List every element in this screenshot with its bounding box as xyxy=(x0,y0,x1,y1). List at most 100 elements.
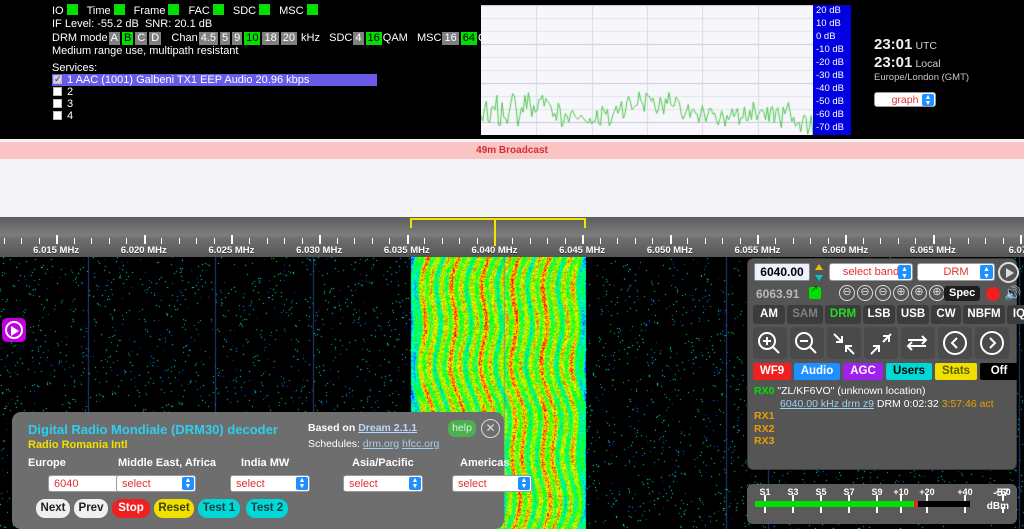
next-icon[interactable] xyxy=(975,327,1009,359)
service-checkbox-4[interactable] xyxy=(53,111,62,120)
mode-select-dropdown[interactable]: DRM ▲ ▼ xyxy=(917,263,995,281)
swap-icon[interactable] xyxy=(901,327,935,359)
freq-tick xyxy=(73,238,75,244)
chan-4.5[interactable]: 4.5 xyxy=(198,31,218,46)
sdc-16[interactable]: 16 xyxy=(365,31,382,46)
dialog-button-test-1[interactable]: Test 1 xyxy=(198,499,240,518)
step-down-3-button[interactable]: ⊖ xyxy=(875,285,891,301)
tool-button-users[interactable]: Users xyxy=(886,363,932,380)
dialog-button-next[interactable]: Next xyxy=(36,499,70,518)
step-up-1-button[interactable]: ⊕ xyxy=(893,285,909,301)
tool-button-audio[interactable]: Audio xyxy=(794,363,840,380)
drm-status-readout: IO Time Frame FAC SDC MSC IF Level: -55.2 dB … xyxy=(52,4,503,59)
dialog-button-stop[interactable]: Stop xyxy=(112,499,150,518)
tool-button-off[interactable]: Off xyxy=(980,363,1018,380)
led-icon xyxy=(212,4,224,15)
msc-16[interactable]: 16 xyxy=(442,31,459,46)
freq-tick xyxy=(652,238,654,244)
external-link-icon[interactable] xyxy=(809,284,821,299)
mode-button-nbfm[interactable]: NBFM xyxy=(963,305,1005,324)
msc-64[interactable]: 64 xyxy=(460,31,477,46)
service-checkbox-1[interactable] xyxy=(53,73,62,85)
chan-18[interactable]: 18 xyxy=(262,31,279,46)
freq-tick xyxy=(669,235,672,244)
spec-button[interactable]: Spec xyxy=(944,286,981,301)
zoom-in-icon[interactable] xyxy=(753,327,787,359)
dialog-button-test-2[interactable]: Test 2 xyxy=(246,499,288,518)
mode-button-cw[interactable]: CW xyxy=(931,305,961,324)
step-up-2-button[interactable]: ⊕ xyxy=(911,285,927,301)
speaker-icon[interactable]: 🔊 xyxy=(1004,285,1021,302)
left-play-button[interactable] xyxy=(2,318,26,342)
step-down-2-button[interactable]: ⊖ xyxy=(857,285,873,301)
service-row-1[interactable]: 1 AAC (1001) Galbeni TX1 EEP Audio 20.96… xyxy=(52,73,377,86)
region-select-1[interactable]: select ▲ ▼ xyxy=(116,475,196,492)
drm-mode-D[interactable]: D xyxy=(149,31,162,46)
db-tick-4: -20 dB xyxy=(816,57,844,68)
tool-button-wf9[interactable]: WF9 xyxy=(753,363,791,380)
drm-mode-C[interactable]: C xyxy=(135,31,148,46)
step-down-1-button[interactable]: ⊖ xyxy=(839,285,855,301)
drm-mode-B[interactable]: B xyxy=(121,31,134,46)
drm-org-link[interactable]: drm.org xyxy=(363,438,399,450)
band-strip-49m[interactable]: 49m Broadcast xyxy=(0,142,1024,159)
mode-button-iq[interactable]: IQ xyxy=(1007,305,1024,324)
s-meter-peak-marker xyxy=(914,501,918,507)
graph-select-dropdown[interactable]: graph ▲ ▼ xyxy=(874,92,936,107)
chan-9[interactable]: 9 xyxy=(232,31,243,46)
s-meter-tick-bottom xyxy=(848,507,850,513)
record-button[interactable] xyxy=(986,287,1000,301)
freq-tick xyxy=(301,238,303,244)
tool-button-stats[interactable]: Stats xyxy=(935,363,977,380)
mode-button-lsb[interactable]: LSB xyxy=(863,305,895,324)
band-select-dropdown[interactable]: select band ▲ ▼ xyxy=(829,263,913,281)
step-up-3-button[interactable]: ⊕ xyxy=(929,285,945,301)
passband-marker[interactable] xyxy=(410,218,586,228)
zoom-out-icon[interactable] xyxy=(790,327,824,359)
zoom-to-fit-icon[interactable] xyxy=(827,327,861,359)
rx0-freq-link[interactable]: 6040.00 kHz drm z9 xyxy=(780,398,874,410)
mode-button-drm[interactable]: DRM xyxy=(825,305,861,324)
receiver-rx0-detail: 6040.00 kHz drm z9 DRM 0:02:32 3:57:46 a… xyxy=(754,398,1012,411)
prev-icon[interactable] xyxy=(938,327,972,359)
tool-button-agc[interactable]: AGC xyxy=(843,363,883,380)
local-time: 23:01 xyxy=(874,54,913,71)
region-select-2[interactable]: select ▲ ▼ xyxy=(230,475,310,492)
frequency-step-arrows-icon[interactable] xyxy=(813,263,825,282)
freq-tick xyxy=(827,238,829,244)
service-row-4[interactable]: 4 xyxy=(52,110,377,122)
frequency-scale[interactable]: 6.015 MHz 6.020 MHz 6.025 MHz 6.030 MHz 6.03… xyxy=(0,217,1024,257)
indicator-time: Time xyxy=(87,4,134,17)
freq-tick xyxy=(722,238,724,244)
play-button[interactable] xyxy=(998,262,1019,283)
utc-time-row: 23:01 UTC xyxy=(874,36,969,53)
region-label-0: Europe xyxy=(28,457,66,469)
drm-mode-A[interactable]: A xyxy=(108,31,120,46)
region-select-4[interactable]: select ▲ ▼ xyxy=(452,475,532,492)
service-row-3[interactable]: 3 xyxy=(52,98,377,110)
mode-button-am[interactable]: AM xyxy=(753,305,785,324)
based-on-prefix: Based on xyxy=(308,422,359,434)
dialog-button-prev[interactable]: Prev xyxy=(74,499,108,518)
freq-tick xyxy=(634,238,636,244)
chan-20[interactable]: 20 xyxy=(280,31,297,46)
region-select-3[interactable]: select ▲ ▼ xyxy=(343,475,423,492)
hfcc-org-link[interactable]: hfcc.org xyxy=(402,438,439,450)
mode-button-sam[interactable]: SAM xyxy=(787,305,823,324)
service-checkbox-3[interactable] xyxy=(53,99,62,108)
chan-10[interactable]: 10 xyxy=(244,31,261,46)
zoom-max-icon[interactable] xyxy=(864,327,898,359)
freq-label-4: 6.035 MHz xyxy=(383,245,430,256)
service-checkbox-2[interactable] xyxy=(53,87,62,96)
dream-link[interactable]: Dream 2.1.1 xyxy=(358,422,417,434)
mode-select-value: DRM xyxy=(943,266,969,278)
close-icon[interactable]: ✕ xyxy=(481,419,500,438)
sdc-4[interactable]: 4 xyxy=(353,31,364,46)
dialog-button-reset[interactable]: Reset xyxy=(154,499,194,518)
fft-graph[interactable]: 20 dB 10 dB 0 dB -10 dB -20 dB -30 dB -40 dB -5… xyxy=(481,5,851,135)
service-row-2[interactable]: 2 xyxy=(52,86,377,98)
help-button[interactable]: help xyxy=(448,420,476,437)
mode-button-usb[interactable]: USB xyxy=(897,305,929,324)
frequency-input[interactable]: 6040.00 xyxy=(754,263,810,281)
chan-5[interactable]: 5 xyxy=(219,31,231,46)
